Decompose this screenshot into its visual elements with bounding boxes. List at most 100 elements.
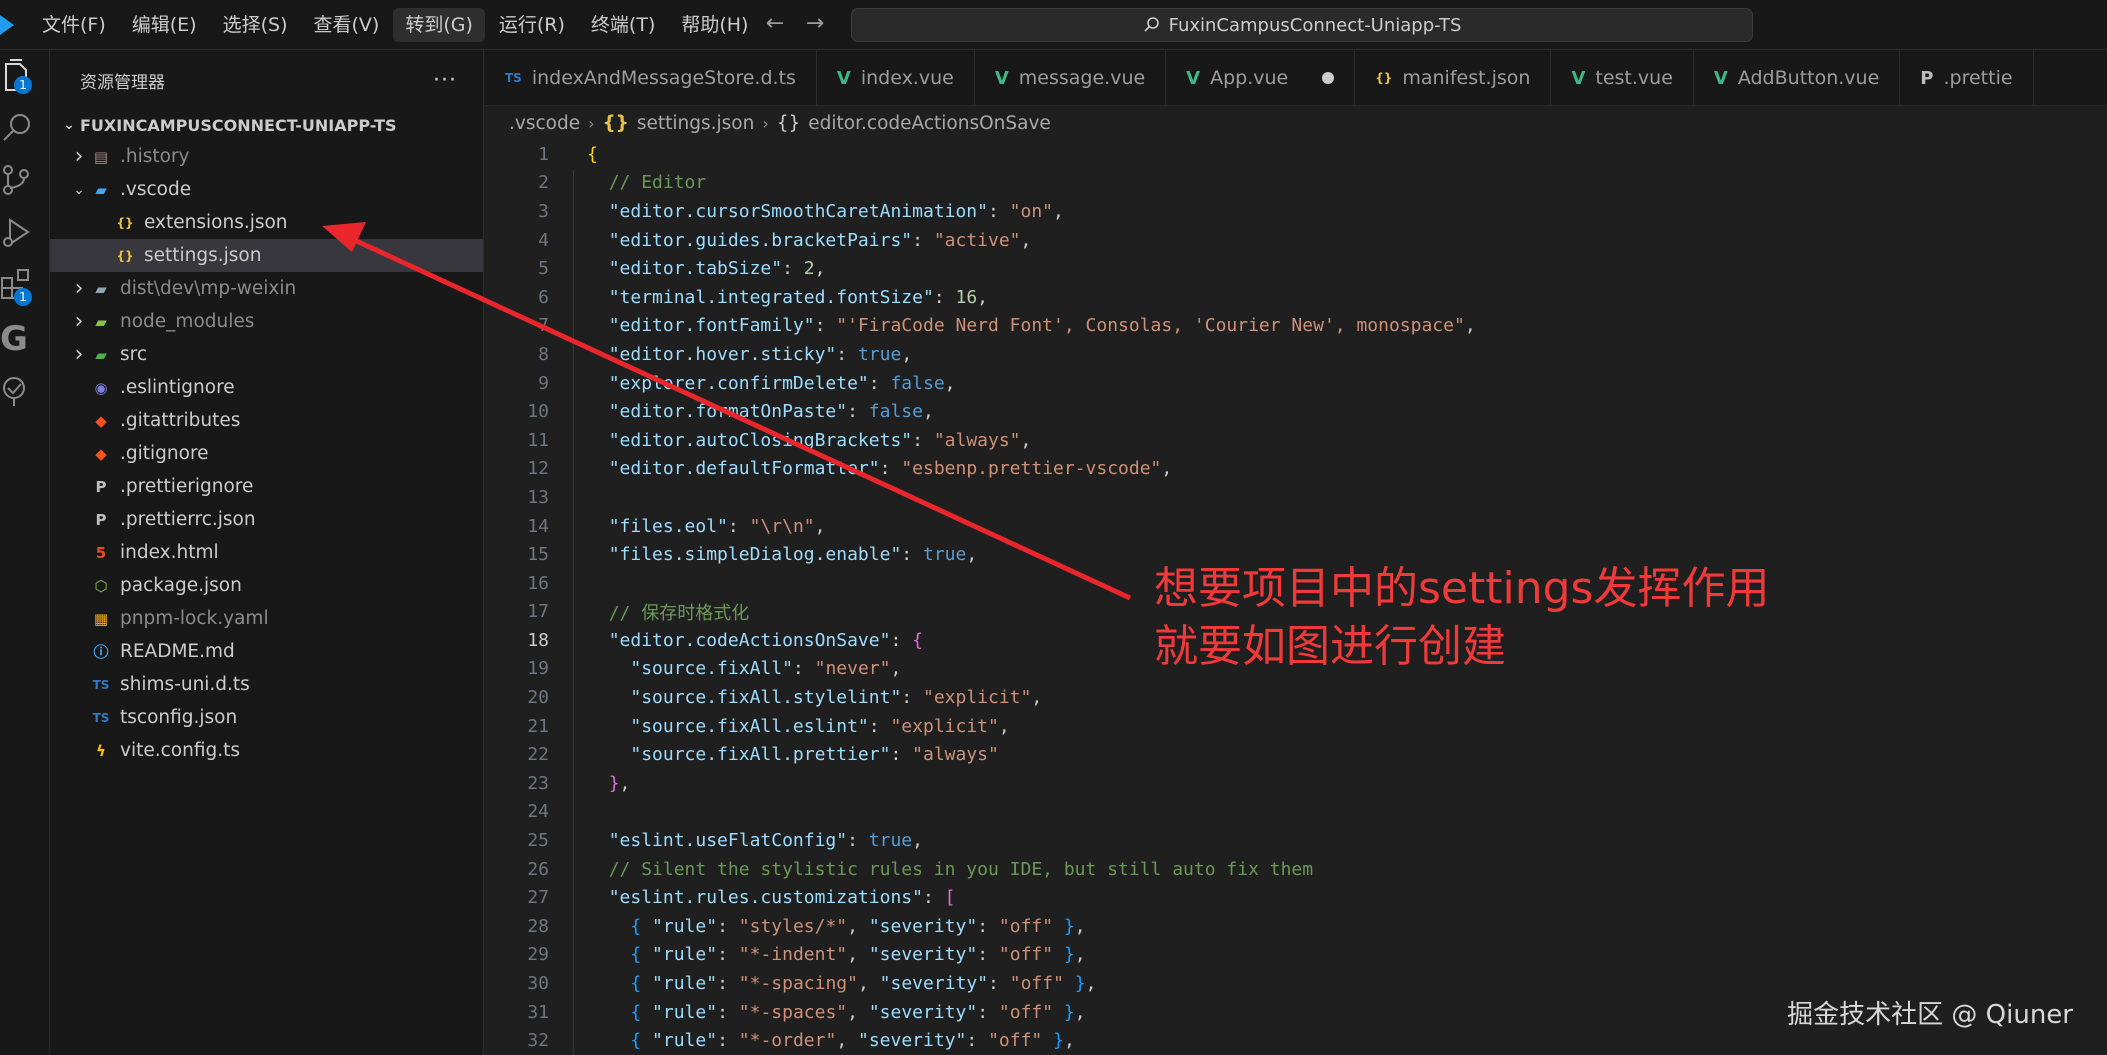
tree-item[interactable]: › ▤ .history (50, 140, 483, 173)
tree-item-label: .eslintignore (120, 377, 235, 398)
line-content: "files.simpleDialog.enable": true, (549, 544, 978, 565)
code-token: : (988, 973, 1010, 995)
tree-item[interactable]: › ▰ dist\dev\mp-weixin (50, 272, 483, 305)
breadcrumb-file[interactable]: settings.json (637, 113, 754, 134)
tree-item[interactable]: ◆ .gitattributes (50, 404, 483, 437)
menu-run[interactable]: 运行(R) (487, 8, 577, 42)
code-token: { (912, 629, 923, 651)
gitlens-icon[interactable]: G (0, 318, 36, 359)
vscode-folder-icon: ▰ (95, 180, 107, 199)
editor-tab[interactable]: Vtest.vue (1551, 50, 1694, 105)
menu-go[interactable]: 转到(G) (393, 8, 485, 42)
editor-tab[interactable]: {} manifest.json (1355, 50, 1552, 105)
code-token: } (1042, 1030, 1064, 1052)
more-actions-icon[interactable]: ··· (433, 68, 457, 93)
vue-icon: V (1713, 67, 1728, 89)
code-token: "*-spaces" (738, 1001, 848, 1023)
menu-terminal[interactable]: 终端(T) (579, 8, 667, 42)
vue-icon: V (836, 67, 851, 89)
code-token: , (836, 1030, 858, 1052)
line-content: { "rule": "*-spacing", "severity": "off"… (549, 973, 1096, 994)
tree-item[interactable]: ⌄ ▰ .vscode (50, 173, 483, 206)
line-number: 18 (527, 629, 549, 651)
svg-text:G: G (0, 319, 28, 358)
tree-item[interactable]: P .prettierrc.json (50, 503, 483, 536)
code-line: 11 "editor.autoClosingBrackets": "always… (485, 426, 2107, 455)
editor-tab-label: .prettie (1943, 67, 2013, 89)
code-line: 20 "source.fixAll.stylelint": "explicit"… (485, 683, 2107, 712)
code-token: "severity" (868, 915, 978, 937)
breadcrumb-symbol[interactable]: editor.codeActionsOnSave (808, 113, 1051, 134)
tree-item[interactable]: P .prettierignore (50, 470, 483, 503)
run-debug-icon[interactable] (0, 212, 36, 252)
menu-view[interactable]: 查看(V) (302, 8, 392, 42)
code-token: { (630, 1030, 653, 1052)
history-folder-icon: ▤ (93, 147, 109, 166)
line-content: { "rule": "styles/*", "severity": "off" … (549, 915, 1085, 937)
tree-item[interactable]: ◆ .gitignore (50, 437, 483, 470)
editor-tab[interactable]: V AddButton.vue (1694, 50, 1901, 105)
editor-tab[interactable]: TS indexAndMessageStore.d.ts (485, 50, 817, 105)
menu-help[interactable]: 帮助(H) (669, 8, 760, 42)
back-arrow-icon[interactable]: ← (762, 10, 788, 40)
search-view-icon[interactable] (0, 108, 36, 148)
tree-item[interactable]: TS shims-uni.d.ts (50, 668, 483, 701)
line-number: 14 (527, 515, 549, 537)
menu-file[interactable]: 文件(F) (30, 8, 118, 42)
workspace-root[interactable]: ⌄ FUXINCAMPUSCONNECT-UNIAPP-TS (50, 110, 483, 140)
tree-item[interactable]: ⓘ README.md (50, 635, 483, 668)
tree-item[interactable]: ⬡ package.json (50, 569, 483, 602)
line-number: 26 (527, 858, 549, 880)
code-token: : (868, 715, 891, 737)
code-token: "source.fixAll.eslint" (630, 715, 869, 737)
tree-item-label: vite.config.ts (120, 740, 240, 761)
chevron-right-icon: › (74, 342, 84, 367)
code-token: "editor.cursorSmoothCaretAnimation" (608, 200, 988, 222)
code-line: 5 "editor.tabSize": 2, (485, 254, 2107, 283)
line-number: 9 (538, 372, 549, 394)
tree-item[interactable]: ▦ pnpm-lock.yaml (50, 602, 483, 635)
code-line: 23 }, (485, 769, 2107, 798)
tree-item[interactable]: › ▰ src (50, 338, 483, 371)
menu-selection[interactable]: 选择(S) (211, 8, 300, 42)
command-center-search[interactable]: FuxinCampusConnect-Uniapp-TS (851, 8, 1753, 42)
code-token: : (977, 944, 999, 966)
vue-icon: V (1186, 67, 1201, 89)
tree-item[interactable]: ◉ .eslintignore (50, 371, 483, 404)
menu-edit[interactable]: 编辑(E) (120, 8, 209, 42)
extensions-icon[interactable]: 1 (0, 264, 36, 306)
line-number: 15 (527, 544, 549, 566)
code-line: 8 "editor.hover.sticky": true, (485, 340, 2107, 369)
tree-item[interactable]: 5 index.html (50, 536, 483, 569)
editor-tab[interactable]: V App.vue (1166, 50, 1356, 105)
unsaved-dot-icon[interactable] (1322, 72, 1335, 84)
code-token: , (619, 772, 631, 794)
editor-tab[interactable]: P .prettie (1900, 50, 2034, 105)
code-token: "editor.autoClosingBrackets" (608, 429, 913, 451)
tree-item[interactable]: {} settings.json (50, 239, 483, 272)
code-token: , (1063, 1030, 1075, 1052)
tree-item[interactable]: ϟ vite.config.ts (50, 734, 483, 767)
code-token: : (912, 229, 934, 251)
line-content: { "rule": "*-indent", "severity": "off" … (549, 944, 1085, 966)
tree-item[interactable]: › ▰ node_modules (50, 305, 483, 338)
editor-tab[interactable]: Vindex.vue (817, 50, 975, 105)
breadcrumb-folder[interactable]: .vscode (509, 113, 580, 134)
forward-arrow-icon[interactable]: → (802, 10, 828, 40)
line-number: 27 (527, 887, 549, 909)
code-line: 2 // Editor (485, 169, 2107, 198)
tree-item-label: package.json (120, 575, 242, 596)
source-control-icon[interactable] (0, 160, 36, 200)
editor-tab[interactable]: Vmessage.vue (975, 50, 1167, 105)
chevron-down-icon: ⌄ (73, 181, 85, 198)
code-token: , (847, 915, 869, 937)
remote-explorer-icon[interactable] (0, 372, 36, 412)
tree-item-label: extensions.json (144, 212, 288, 233)
explorer-icon[interactable]: 1 (0, 58, 36, 98)
code-token: { (630, 915, 653, 937)
line-number: 24 (527, 801, 549, 823)
tree-item[interactable]: {} extensions.json (50, 206, 483, 239)
tree-item[interactable]: TS tsconfig.json (50, 701, 483, 734)
